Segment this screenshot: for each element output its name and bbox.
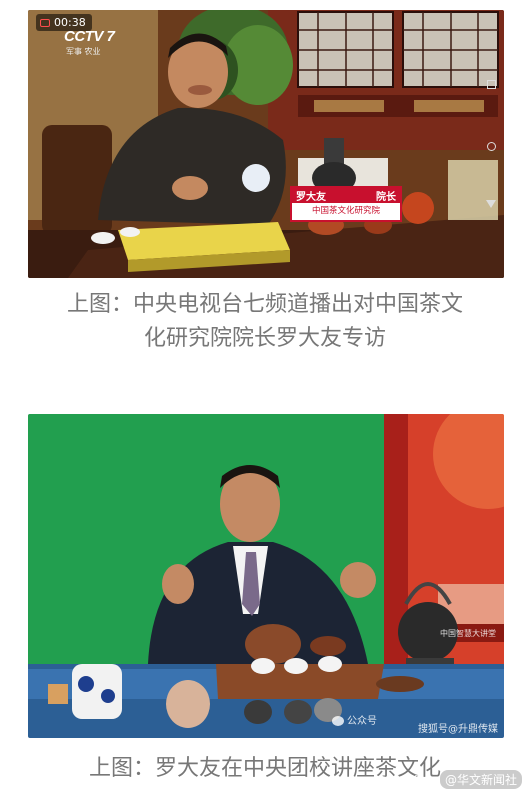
wechat-icon-small: [376, 776, 388, 786]
wechat-icon: [332, 716, 344, 726]
caption-first-line1: 上图：中央电视台七频道播出对中国茶文: [66, 292, 463, 317]
nameplate-title: 院长: [376, 192, 396, 203]
nameplate-org: 中国茶文化研究院: [311, 206, 380, 216]
sign-text: 中国智慧大讲堂: [440, 629, 496, 638]
watermark-account: 公众号: [332, 712, 377, 727]
cctv-channel-sub: 军事 农业: [66, 47, 101, 56]
watermark-brand: 搜狐号@升鼎传媒: [418, 724, 498, 735]
nameplate: 罗大友 院长 中国茶文化研究院: [290, 186, 402, 222]
photo-interview: 00:38 CCTV 7 军事 农业 罗大友 院长 中国茶文化研究院: [28, 10, 504, 278]
cctv-logo: CCTV 7: [64, 28, 115, 45]
caption-first-line2: 化研究院院长罗大友专访: [143, 326, 386, 351]
side-square-icon: [487, 80, 496, 89]
nameplate-name: 罗大友: [296, 192, 326, 203]
lecture-scene: [28, 414, 504, 738]
side-circle-icon: [487, 142, 496, 151]
overlay-brand: @华文新闻社: [439, 770, 522, 789]
photo-lecture: 公众号 搜狐号@升鼎传媒 中国智慧大讲堂: [28, 414, 504, 738]
side-down-icon: [486, 200, 496, 208]
caption-first: 上图：中央电视台七频道播出对中国茶文 化研究院院长罗大友专访: [0, 288, 530, 356]
video-icon: [40, 18, 50, 27]
overlay-account-label: 公众号: [376, 772, 424, 788]
